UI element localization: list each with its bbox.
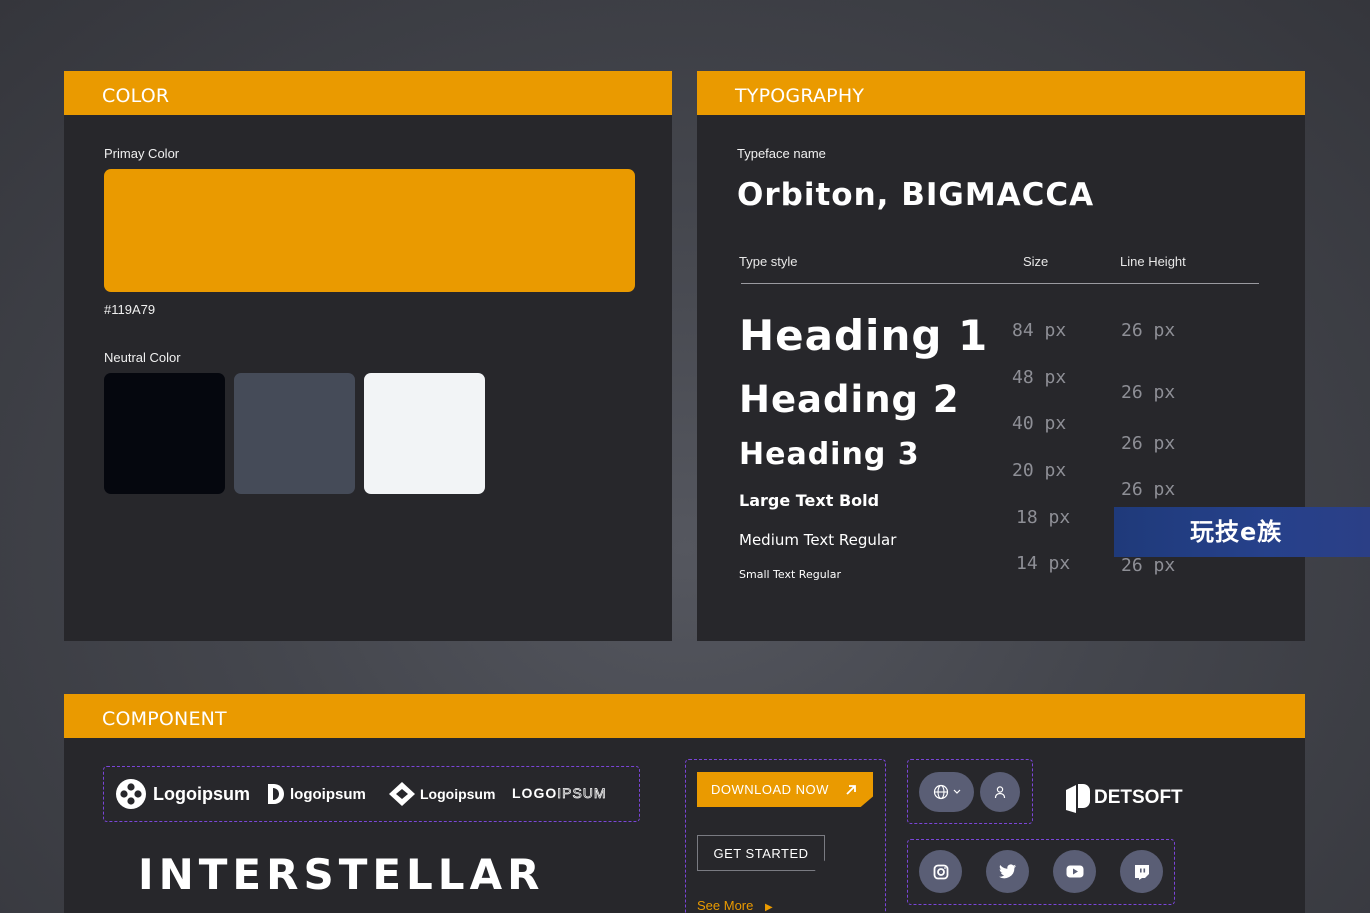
twitter-icon: [998, 864, 1017, 879]
get-started-button[interactable]: GET STARTED: [697, 835, 825, 871]
download-now-label: DOWNLOAD NOW: [711, 782, 829, 797]
lh-heading-3: 26 px: [1121, 433, 1176, 454]
typeface-name: Orbiton, BIGMACCA: [737, 177, 1095, 213]
neutral-swatch-gray: [234, 373, 355, 494]
twitter-button[interactable]: [986, 850, 1029, 893]
color-panel-header: COLOR: [64, 71, 672, 115]
style-heading-1: Heading 1: [739, 311, 989, 360]
watermark-badge: 玩技e族: [1114, 507, 1370, 557]
chevron-down-icon: [953, 789, 961, 795]
table-divider: [741, 283, 1259, 284]
logo-2-icon: [265, 783, 285, 805]
neutral-color-label: Neutral Color: [104, 350, 181, 365]
lh-heading-1: 26 px: [1121, 320, 1176, 341]
see-more-link[interactable]: See More ▶: [697, 898, 773, 913]
primary-color-label: Primay Color: [104, 146, 180, 161]
logo-4-text-a: LOGO: [512, 785, 558, 801]
size-medium-text: 18 px: [1016, 507, 1071, 528]
neutral-swatch-dark: [104, 373, 225, 494]
size-small-text: 14 px: [1016, 553, 1071, 574]
primary-color-swatch: [104, 169, 635, 292]
youtube-icon: [1066, 865, 1084, 878]
twitch-button[interactable]: [1120, 850, 1163, 893]
color-panel: COLOR Primay Color #119A79 Neutral Color: [64, 71, 672, 641]
logo-1: Logoipsum: [115, 778, 250, 810]
caret-right-icon: ▶: [765, 902, 773, 913]
size-large-text: 20 px: [1012, 460, 1067, 481]
logo-1-icon: [115, 778, 147, 810]
lh-small-text: 26 px: [1121, 555, 1176, 576]
language-selector[interactable]: [919, 772, 974, 812]
size-heading-3: 40 px: [1012, 413, 1067, 434]
download-now-button[interactable]: DOWNLOAD NOW: [697, 772, 873, 807]
size-heading-2: 48 px: [1012, 367, 1067, 388]
logo-3-text: Logoipsum: [420, 786, 496, 802]
instagram-icon: [933, 864, 949, 880]
logo-2-text: logoipsum: [290, 785, 366, 803]
style-heading-2: Heading 2: [739, 378, 960, 421]
typeface-label: Typeface name: [737, 146, 826, 161]
detsoft-text: DETSOFT: [1094, 787, 1183, 808]
size-heading-1: 84 px: [1012, 320, 1067, 341]
see-more-label: See More: [697, 898, 754, 913]
style-medium-text-regular: Medium Text Regular: [739, 531, 897, 549]
logo-3: Logoipsum: [388, 781, 495, 807]
primary-color-hex: #119A79: [104, 302, 156, 317]
style-heading-3: Heading 3: [739, 437, 920, 472]
user-icon: [993, 785, 1007, 799]
instagram-button[interactable]: [919, 850, 962, 893]
typography-panel-header: TYPOGRAPHY: [697, 71, 1305, 115]
neutral-swatch-light: [364, 373, 485, 494]
logo-4: LOGO IPSUM: [512, 785, 607, 802]
logo-1-text: Logoipsum: [153, 783, 250, 804]
logo-2: logoipsum: [265, 783, 366, 805]
col-line-height: Line Height: [1120, 254, 1186, 269]
col-size: Size: [1023, 254, 1049, 269]
col-type-style: Type style: [739, 254, 798, 269]
component-panel-header: COMPONENT: [64, 694, 1305, 738]
detsoft-icon: [1065, 782, 1091, 814]
logo-3-icon: [388, 781, 416, 807]
style-large-text-bold: Large Text Bold: [739, 491, 880, 510]
youtube-button[interactable]: [1053, 850, 1096, 893]
user-button[interactable]: [980, 772, 1020, 812]
twitch-icon: [1134, 864, 1150, 880]
logo-4-text-b: IPSUM: [557, 785, 607, 802]
lh-heading-2: 26 px: [1121, 382, 1176, 403]
arrow-up-right-icon: [845, 784, 857, 796]
style-small-text-regular: Small Text Regular: [739, 568, 841, 581]
lh-large-text: 26 px: [1121, 479, 1176, 500]
get-started-label: GET STARTED: [713, 845, 809, 861]
globe-icon: [933, 784, 949, 800]
detsoft-logo: DETSOFT: [1065, 782, 1183, 814]
interstellar-wordmark: INTERSTELLAR: [138, 850, 545, 899]
